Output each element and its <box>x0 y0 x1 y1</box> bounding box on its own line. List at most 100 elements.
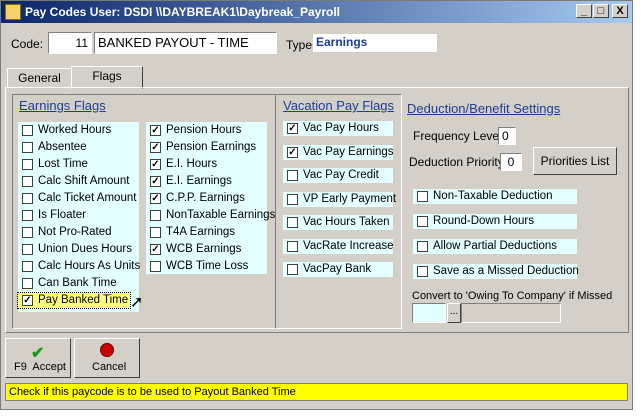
convert-browse-button[interactable]: ... <box>447 303 461 323</box>
unchecked-box-icon[interactable] <box>22 142 33 153</box>
checkbox-pension-hours[interactable]: ✓ Pension Hours <box>146 123 267 138</box>
checkbox-label: WCB Earnings <box>166 243 242 255</box>
checkbox-vac-pay-credit[interactable]: Vac Pay Credit <box>283 168 393 183</box>
unchecked-box-icon[interactable] <box>417 216 428 227</box>
title-bar[interactable]: Pay Codes User: DSDI \\DAYBREAK1\Daybrea… <box>1 1 632 23</box>
checkbox-worked-hours[interactable]: Worked Hours <box>18 123 139 138</box>
checkbox-label: Vac Pay Earnings <box>303 145 394 158</box>
checkbox-wcb-time-loss[interactable]: WCB Time Loss <box>146 259 267 274</box>
checkbox-pension-earnings[interactable]: ✓ Pension Earnings <box>146 140 267 155</box>
checked-box-icon[interactable]: ✓ <box>287 146 298 158</box>
checkbox-lost-time[interactable]: Lost Time <box>18 157 139 172</box>
checkbox-e-i-earnings[interactable]: ✓ E.I. Earnings <box>146 174 267 189</box>
checkbox-label: Worked Hours <box>38 124 112 136</box>
checked-box-icon[interactable]: ✓ <box>150 193 161 204</box>
code-label: Code: <box>11 37 44 51</box>
vacation-flags-heading: Vacation Pay Flags <box>283 98 395 113</box>
checked-box-icon[interactable]: ✓ <box>150 176 161 187</box>
checkbox-label: T4A Earnings <box>166 226 236 238</box>
checkbox-non-taxable-deduction[interactable]: Non-Taxable Deduction <box>413 189 577 204</box>
tab-general[interactable]: General <box>7 68 72 88</box>
checkbox-label: WCB Time Loss <box>166 260 249 272</box>
accept-label: F9 Accept <box>14 361 66 373</box>
accept-button[interactable]: ✔ F9 Accept <box>5 338 71 378</box>
checkbox-calc-ticket-amount[interactable]: Calc Ticket Amount <box>18 191 139 206</box>
checkbox-wcb-earnings[interactable]: ✓ WCB Earnings <box>146 242 267 257</box>
unchecked-box-icon[interactable] <box>417 266 428 277</box>
unchecked-box-icon[interactable] <box>287 193 298 205</box>
close-button[interactable]: X <box>612 4 628 18</box>
unchecked-box-icon[interactable] <box>150 210 161 221</box>
checkbox-calc-hours-as-units[interactable]: Calc Hours As Units <box>18 259 140 274</box>
unchecked-box-icon[interactable] <box>22 176 33 187</box>
type-value: Earnings <box>313 34 437 52</box>
checkbox-save-as-a-missed-deduction[interactable]: Save as a Missed Deduction <box>413 264 579 279</box>
checkbox-round-down-hours[interactable]: Round-Down Hours <box>413 214 577 229</box>
checked-box-icon[interactable]: ✓ <box>150 159 161 170</box>
unchecked-box-icon[interactable] <box>287 264 298 275</box>
convert-code-field[interactable] <box>412 303 446 323</box>
cancel-button[interactable]: Cancel <box>74 338 140 378</box>
checkbox-c-p-p-earnings[interactable]: ✓ C.P.P. Earnings <box>146 191 267 206</box>
checkbox-label: Lost Time <box>38 158 88 170</box>
unchecked-box-icon[interactable] <box>150 261 161 272</box>
unchecked-box-icon[interactable] <box>287 240 298 252</box>
checkbox-label: Calc Shift Amount <box>38 175 130 187</box>
checked-box-icon[interactable]: ✓ <box>150 244 161 255</box>
checkbox-union-dues-hours[interactable]: Union Dues Hours <box>18 242 139 257</box>
convert-description-field <box>461 303 561 323</box>
unchecked-box-icon[interactable] <box>22 227 33 238</box>
unchecked-box-icon[interactable] <box>22 193 33 204</box>
unchecked-box-icon[interactable] <box>22 159 33 170</box>
checkbox-label: Pension Hours <box>166 124 242 136</box>
checkbox-pay-banked-time[interactable]: ✓ Pay Banked Time ➚ <box>17 292 143 311</box>
unchecked-box-icon[interactable] <box>150 227 161 238</box>
description-field[interactable]: BANKED PAYOUT - TIME <box>94 32 277 54</box>
checkbox-label: VacRate Increase <box>303 239 394 252</box>
priorities-list-button[interactable]: Priorities List <box>533 147 617 175</box>
checkbox-allow-partial-deductions[interactable]: Allow Partial Deductions <box>413 239 577 254</box>
checkbox-label: Save as a Missed Deduction <box>433 265 579 277</box>
unchecked-box-icon[interactable] <box>287 170 298 181</box>
checkbox-label: Absentee <box>38 141 87 153</box>
unchecked-box-icon[interactable] <box>22 261 33 272</box>
checkbox-vac-pay-earnings[interactable]: ✓ Vac Pay Earnings <box>283 144 394 160</box>
minimize-button[interactable]: _ <box>576 4 592 18</box>
tab-flags[interactable]: Flags <box>71 66 143 89</box>
checkbox-vacpay-bank[interactable]: VacPay Bank <box>283 262 393 277</box>
unchecked-box-icon[interactable] <box>417 191 428 202</box>
deduction-priority-field[interactable]: 0 <box>500 153 522 171</box>
checkbox-label: Vac Pay Hours <box>303 122 379 134</box>
code-field[interactable]: 11 <box>48 32 92 54</box>
frequency-level-field[interactable]: 0 <box>498 127 516 145</box>
checkbox-calc-shift-amount[interactable]: Calc Shift Amount <box>18 174 139 189</box>
unchecked-box-icon[interactable] <box>22 125 33 136</box>
checked-box-icon[interactable]: ✓ <box>22 295 33 306</box>
checkbox-label: E.I. Earnings <box>166 175 232 187</box>
unchecked-box-icon[interactable] <box>417 241 428 252</box>
checkbox-is-floater[interactable]: Is Floater <box>18 208 139 223</box>
checkbox-nontaxable-earnings[interactable]: NonTaxable Earnings <box>146 208 275 223</box>
checkbox-vac-hours-taken[interactable]: Vac Hours Taken <box>283 215 393 230</box>
checkbox-not-pro-rated[interactable]: Not Pro-Rated <box>18 225 139 240</box>
checkbox-can-bank-time[interactable]: Can Bank Time <box>18 276 139 291</box>
unchecked-box-icon[interactable] <box>287 217 298 228</box>
checked-box-icon[interactable]: ✓ <box>287 123 298 134</box>
mouse-cursor-icon: ➚ <box>130 294 144 311</box>
checkbox-label: C.P.P. Earnings <box>166 192 245 204</box>
unchecked-box-icon[interactable] <box>22 210 33 221</box>
unchecked-box-icon[interactable] <box>22 244 33 255</box>
checkbox-vacrate-increase[interactable]: VacRate Increase <box>283 238 394 254</box>
checkbox-label: Not Pro-Rated <box>38 226 112 238</box>
unchecked-box-icon[interactable] <box>22 278 33 289</box>
checkbox-label: NonTaxable Earnings <box>166 209 276 221</box>
checkbox-e-i-hours[interactable]: ✓ E.I. Hours <box>146 157 267 172</box>
checked-box-icon[interactable]: ✓ <box>150 142 161 153</box>
checkbox-vac-pay-hours[interactable]: ✓ Vac Pay Hours <box>283 121 393 136</box>
checkbox-label: VacPay Bank <box>303 263 372 275</box>
maximize-button[interactable]: □ <box>593 4 609 18</box>
checkbox-t4a-earnings[interactable]: T4A Earnings <box>146 225 267 240</box>
checkbox-absentee[interactable]: Absentee <box>18 140 139 155</box>
checkbox-vp-early-payment[interactable]: VP Early Payment <box>283 191 396 207</box>
checked-box-icon[interactable]: ✓ <box>150 125 161 136</box>
